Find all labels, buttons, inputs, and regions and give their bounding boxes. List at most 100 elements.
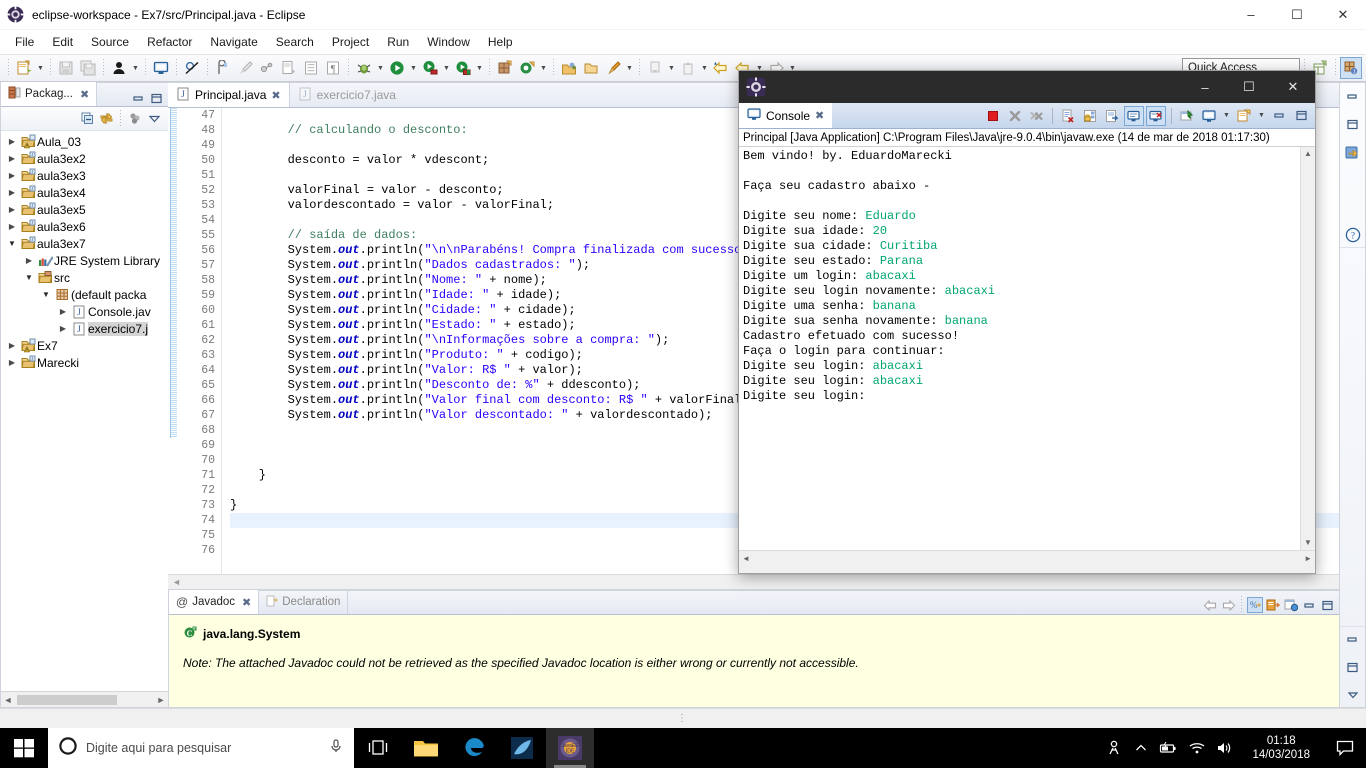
battery-icon[interactable] [1158, 741, 1178, 755]
menu-project[interactable]: Project [323, 32, 378, 52]
tree-item-jre-system-library[interactable]: ▶ JRE System Library [1, 252, 168, 269]
scroll-up-icon[interactable]: ▲ [1304, 147, 1312, 161]
close-icon[interactable]: ✖ [271, 89, 280, 102]
menu-file[interactable]: File [6, 32, 43, 52]
taskbar-clock[interactable]: 01:18 14/03/2018 [1244, 734, 1318, 762]
chevron-right-icon[interactable]: ▶ [5, 205, 19, 214]
tree-item-aula3ex4[interactable]: ▶ Jaula3ex4 [1, 184, 168, 201]
action-center-icon[interactable] [1328, 728, 1362, 768]
open-type-icon[interactable] [278, 57, 300, 79]
close-icon[interactable]: ✖ [815, 109, 824, 122]
outline-icon[interactable] [300, 57, 322, 79]
view-menu-icon[interactable] [146, 111, 162, 127]
menu-help[interactable]: Help [479, 32, 522, 52]
collapse-all-icon[interactable] [79, 111, 95, 127]
menu-run[interactable]: Run [378, 32, 418, 52]
menu-source[interactable]: Source [82, 32, 138, 52]
next-annotation-icon[interactable] [677, 57, 699, 79]
run-last-tool-icon[interactable] [419, 57, 441, 79]
maximize-icon[interactable] [1291, 106, 1311, 126]
show-console-on-output-icon[interactable] [1124, 105, 1144, 126]
link-with-editor-icon[interactable] [98, 111, 114, 127]
console-hscrollbar[interactable]: ◄ ► [739, 550, 1315, 565]
menu-edit[interactable]: Edit [43, 32, 82, 52]
forward-icon[interactable] [1220, 597, 1236, 613]
editor-tab-exercicio7-java[interactable]: Jexercicio7.java [290, 83, 404, 107]
toggle-mark-occurrences-icon[interactable] [212, 57, 234, 79]
maximize-icon[interactable] [1319, 597, 1335, 613]
skip-breakpoints-icon[interactable] [181, 57, 203, 79]
tree-item-aula3ex7[interactable]: ▼ Jaula3ex7 [1, 235, 168, 252]
file-explorer-icon[interactable] [402, 728, 450, 768]
chevron-right-icon[interactable]: ▶ [5, 137, 19, 146]
tab-package-explorer[interactable]: Packag... ✖ [1, 82, 98, 106]
chevron-down-icon[interactable]: ▼ [39, 290, 53, 299]
maximize-icon[interactable] [148, 90, 164, 106]
display-selected-console-icon[interactable] [1199, 106, 1219, 126]
volume-icon[interactable] [1216, 741, 1234, 755]
tree-item-aula3ex6[interactable]: ▶ Jaula3ex6 [1, 218, 168, 235]
chevron-right-icon[interactable]: ▶ [56, 307, 70, 316]
show-console-on-error-icon[interactable] [1146, 105, 1166, 126]
maximize-icon[interactable] [1344, 115, 1362, 133]
java-perspective-icon[interactable]: J [1340, 57, 1362, 79]
minimize-button[interactable]: – [1183, 71, 1227, 103]
tree-item-aula3ex2[interactable]: ▶ Jaula3ex2 [1, 150, 168, 167]
scroll-left-icon[interactable]: ◄ [1, 695, 15, 705]
coverage-dropdown-icon[interactable]: ▼ [474, 57, 485, 79]
brush-icon[interactable] [234, 57, 256, 79]
menu-search[interactable]: Search [267, 32, 323, 52]
maximize-button[interactable]: ☐ [1274, 0, 1320, 30]
minimize-icon[interactable] [1301, 597, 1317, 613]
chevron-right-icon[interactable]: ▶ [5, 154, 19, 163]
tab-declaration[interactable]: Declaration [259, 590, 349, 614]
person-icon[interactable] [108, 57, 130, 79]
previous-annotation-icon[interactable] [644, 57, 666, 79]
chevron-right-icon[interactable]: ▶ [5, 341, 19, 350]
show-source-icon[interactable]: % [1247, 597, 1263, 613]
open-folder-icon[interactable] [580, 57, 602, 79]
edge-browser-icon[interactable] [450, 728, 498, 768]
next-annotation-dropdown-icon[interactable]: ▼ [699, 57, 710, 79]
maximize-button[interactable]: ☐ [1227, 71, 1271, 103]
debug-dropdown-icon[interactable]: ▼ [375, 57, 386, 79]
terminate-icon[interactable] [983, 106, 1003, 126]
remove-launch-icon[interactable] [1005, 106, 1025, 126]
run-last-tool-dropdown-icon[interactable]: ▼ [441, 57, 452, 79]
display-selected-console-dropdown-icon[interactable]: ▼ [1221, 105, 1232, 127]
open-attached-javadoc-icon[interactable] [1265, 597, 1281, 613]
coverage-icon[interactable] [452, 57, 474, 79]
chevron-right-icon[interactable]: ▶ [5, 188, 19, 197]
person-dropdown-icon[interactable]: ▼ [130, 57, 141, 79]
clear-console-icon[interactable] [1058, 106, 1078, 126]
scroll-right-icon[interactable]: ► [1304, 554, 1312, 563]
run-icon[interactable] [386, 57, 408, 79]
back-icon[interactable] [1202, 597, 1218, 613]
menu-refactor[interactable]: Refactor [138, 32, 201, 52]
open-console-icon[interactable] [1234, 106, 1254, 126]
wifi-icon[interactable] [1188, 741, 1206, 755]
previous-annotation-dropdown-icon[interactable]: ▼ [666, 57, 677, 79]
close-button[interactable]: ✕ [1271, 71, 1315, 103]
scroll-left-icon[interactable]: ◄ [172, 577, 181, 587]
package-explorer-tree[interactable]: ▶ Aula_03 ▶ Jaula3ex2 ▶ Jaula3ex3 ▶ Jaula3ex4 ▶ J… [1, 131, 168, 691]
eclipse-javaee-icon[interactable]: JavaEE IDE [546, 728, 594, 768]
open-browser-icon[interactable] [1283, 597, 1299, 613]
new-wizard-icon[interactable] [13, 57, 35, 79]
lock-scroll-icon[interactable] [1080, 106, 1100, 126]
help-icon[interactable]: ? [1344, 226, 1362, 244]
link-icon[interactable] [256, 57, 278, 79]
save-icon[interactable] [55, 57, 77, 79]
minimize-icon[interactable] [1344, 630, 1362, 648]
microphone-icon[interactable] [328, 738, 344, 759]
search-input[interactable]: Digite aqui para pesquisar [48, 728, 354, 768]
console-window-resize-grip[interactable] [739, 565, 1315, 573]
maximize-icon[interactable] [1344, 658, 1362, 676]
open-task-icon[interactable] [558, 57, 580, 79]
close-icon[interactable]: ✖ [242, 596, 251, 609]
annotation-ruler[interactable] [168, 108, 182, 574]
minimize-button[interactable]: – [1228, 0, 1274, 30]
chevron-down-icon[interactable]: ▼ [5, 239, 19, 248]
menu-window[interactable]: Window [418, 32, 479, 52]
minimize-icon[interactable] [130, 90, 146, 106]
